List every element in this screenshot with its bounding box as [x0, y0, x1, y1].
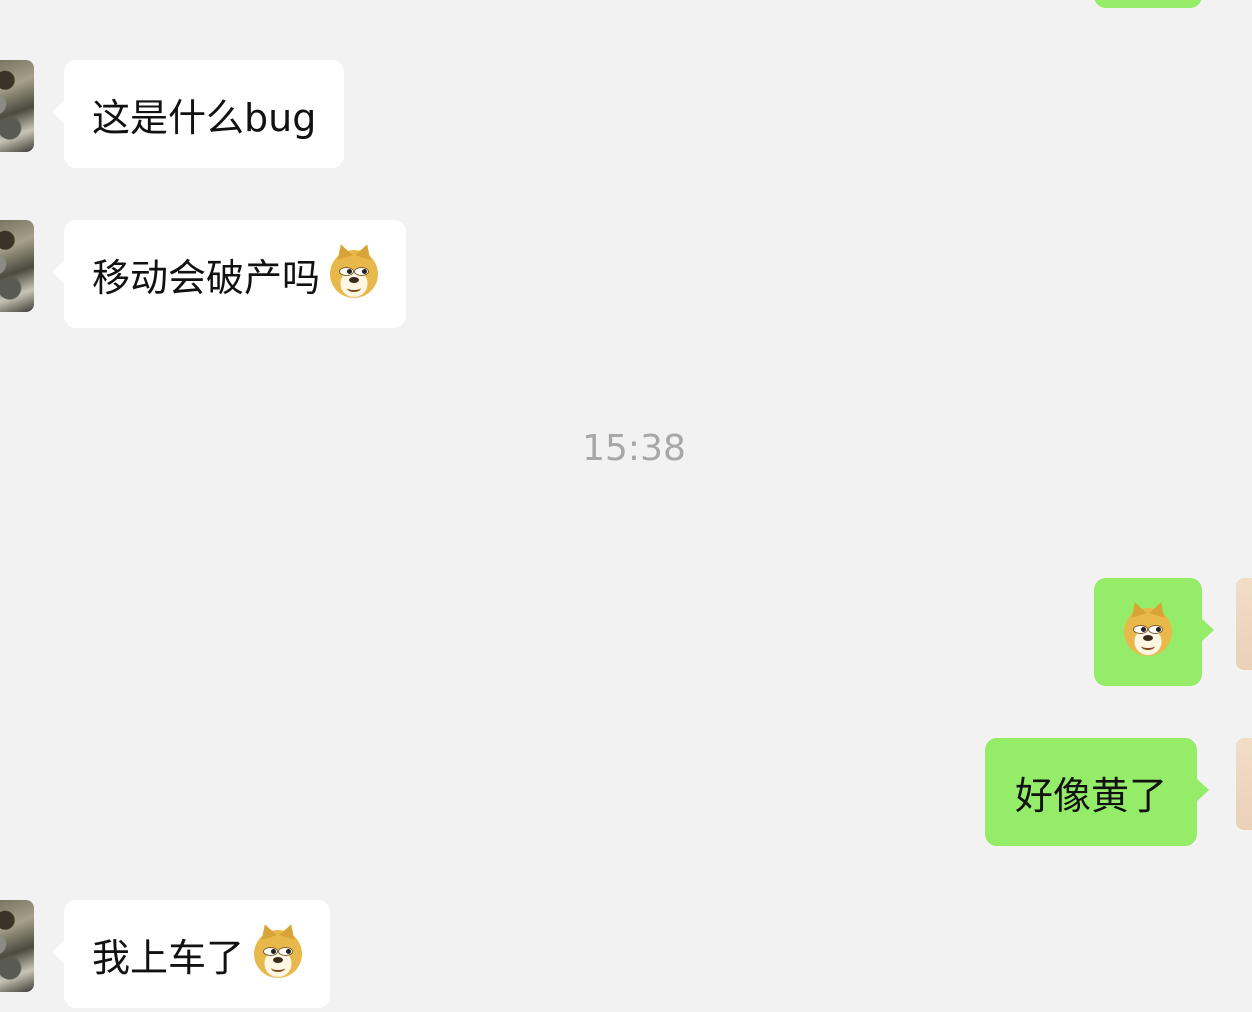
contact-avatar[interactable]: [0, 900, 34, 992]
my-avatar[interactable]: [1236, 578, 1252, 670]
outgoing-message-bubble[interactable]: [1094, 578, 1214, 686]
doge-emoji-icon: [254, 930, 303, 978]
doge-emoji-icon: [330, 250, 379, 298]
message-text: 我上车了: [92, 935, 245, 980]
outgoing-message-bubble-partial[interactable]: [1094, 0, 1202, 8]
doge-emoji-icon: [1124, 608, 1172, 656]
incoming-message-bubble[interactable]: 移动会破产吗: [51, 220, 407, 328]
incoming-message-bubble[interactable]: 这是什么bug: [51, 60, 345, 168]
incoming-message-bubble[interactable]: 我上车了: [51, 900, 331, 1008]
my-avatar[interactable]: [1236, 738, 1252, 830]
contact-avatar[interactable]: [0, 60, 34, 152]
contact-avatar[interactable]: [0, 220, 34, 312]
outgoing-message-bubble[interactable]: 好像黄了: [985, 738, 1210, 846]
timestamp-divider: 15:38: [582, 428, 686, 469]
message-text: 好像黄了: [1015, 773, 1168, 818]
chat-message-list[interactable]: 这是什么bug 移动会破产吗 15:38 好像黄了 我上车了: [0, 0, 1252, 1012]
message-text: 移动会破产吗: [92, 255, 321, 300]
message-text: 这是什么bug: [92, 95, 317, 140]
